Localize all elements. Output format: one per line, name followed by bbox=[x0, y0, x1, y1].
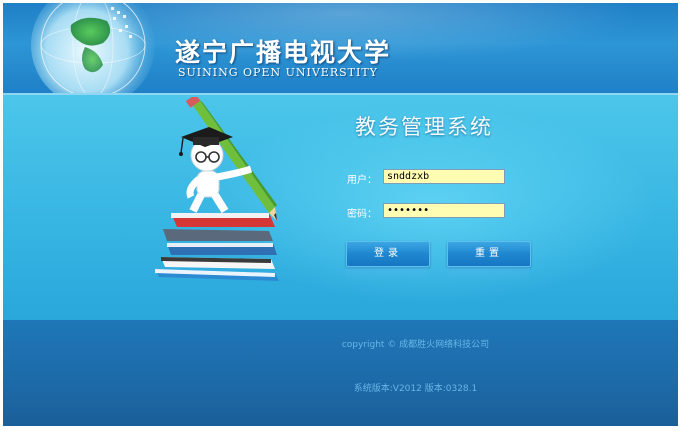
panel-glow bbox=[3, 95, 678, 320]
footer: copyright © 成都胜火网络科技公司 系统版本:V2012 版本:032… bbox=[3, 320, 678, 426]
reset-button[interactable]: 重置 bbox=[447, 241, 531, 267]
password-input[interactable]: ••••••• bbox=[383, 203, 505, 218]
username-label: 用户： bbox=[347, 175, 377, 186]
book-stack-icon bbox=[155, 213, 279, 281]
password-label: 密码： bbox=[347, 209, 377, 220]
reset-button-reflection bbox=[447, 267, 529, 281]
header-banner: 遂宁广播电视大学 SUINING OPEN UNIVERSTITY bbox=[3, 3, 678, 105]
login-panel: 教务管理系统 用户： snddzxb 密码： ••••••• 登录 重置 bbox=[3, 95, 678, 320]
login-button[interactable]: 登录 bbox=[346, 241, 430, 267]
username-input[interactable]: snddzxb bbox=[383, 169, 505, 184]
student-with-pencil-icon bbox=[155, 97, 279, 281]
figure-icon bbox=[186, 138, 253, 214]
system-title: 教务管理系统 bbox=[355, 115, 493, 139]
login-button-reflection bbox=[346, 267, 428, 281]
version-text: 系统版本:V2012 版本:0328.1 bbox=[353, 384, 478, 394]
university-name-en: SUINING OPEN UNIVERSTITY bbox=[178, 66, 378, 79]
globe-logo-icon bbox=[31, 3, 155, 105]
login-window: 遂宁广播电视大学 SUINING OPEN UNIVERSTITY 教务管理系统… bbox=[3, 3, 678, 426]
copyright-text: copyright © 成都胜火网络科技公司 bbox=[341, 340, 490, 350]
university-name-cn: 遂宁广播电视大学 bbox=[175, 38, 392, 67]
